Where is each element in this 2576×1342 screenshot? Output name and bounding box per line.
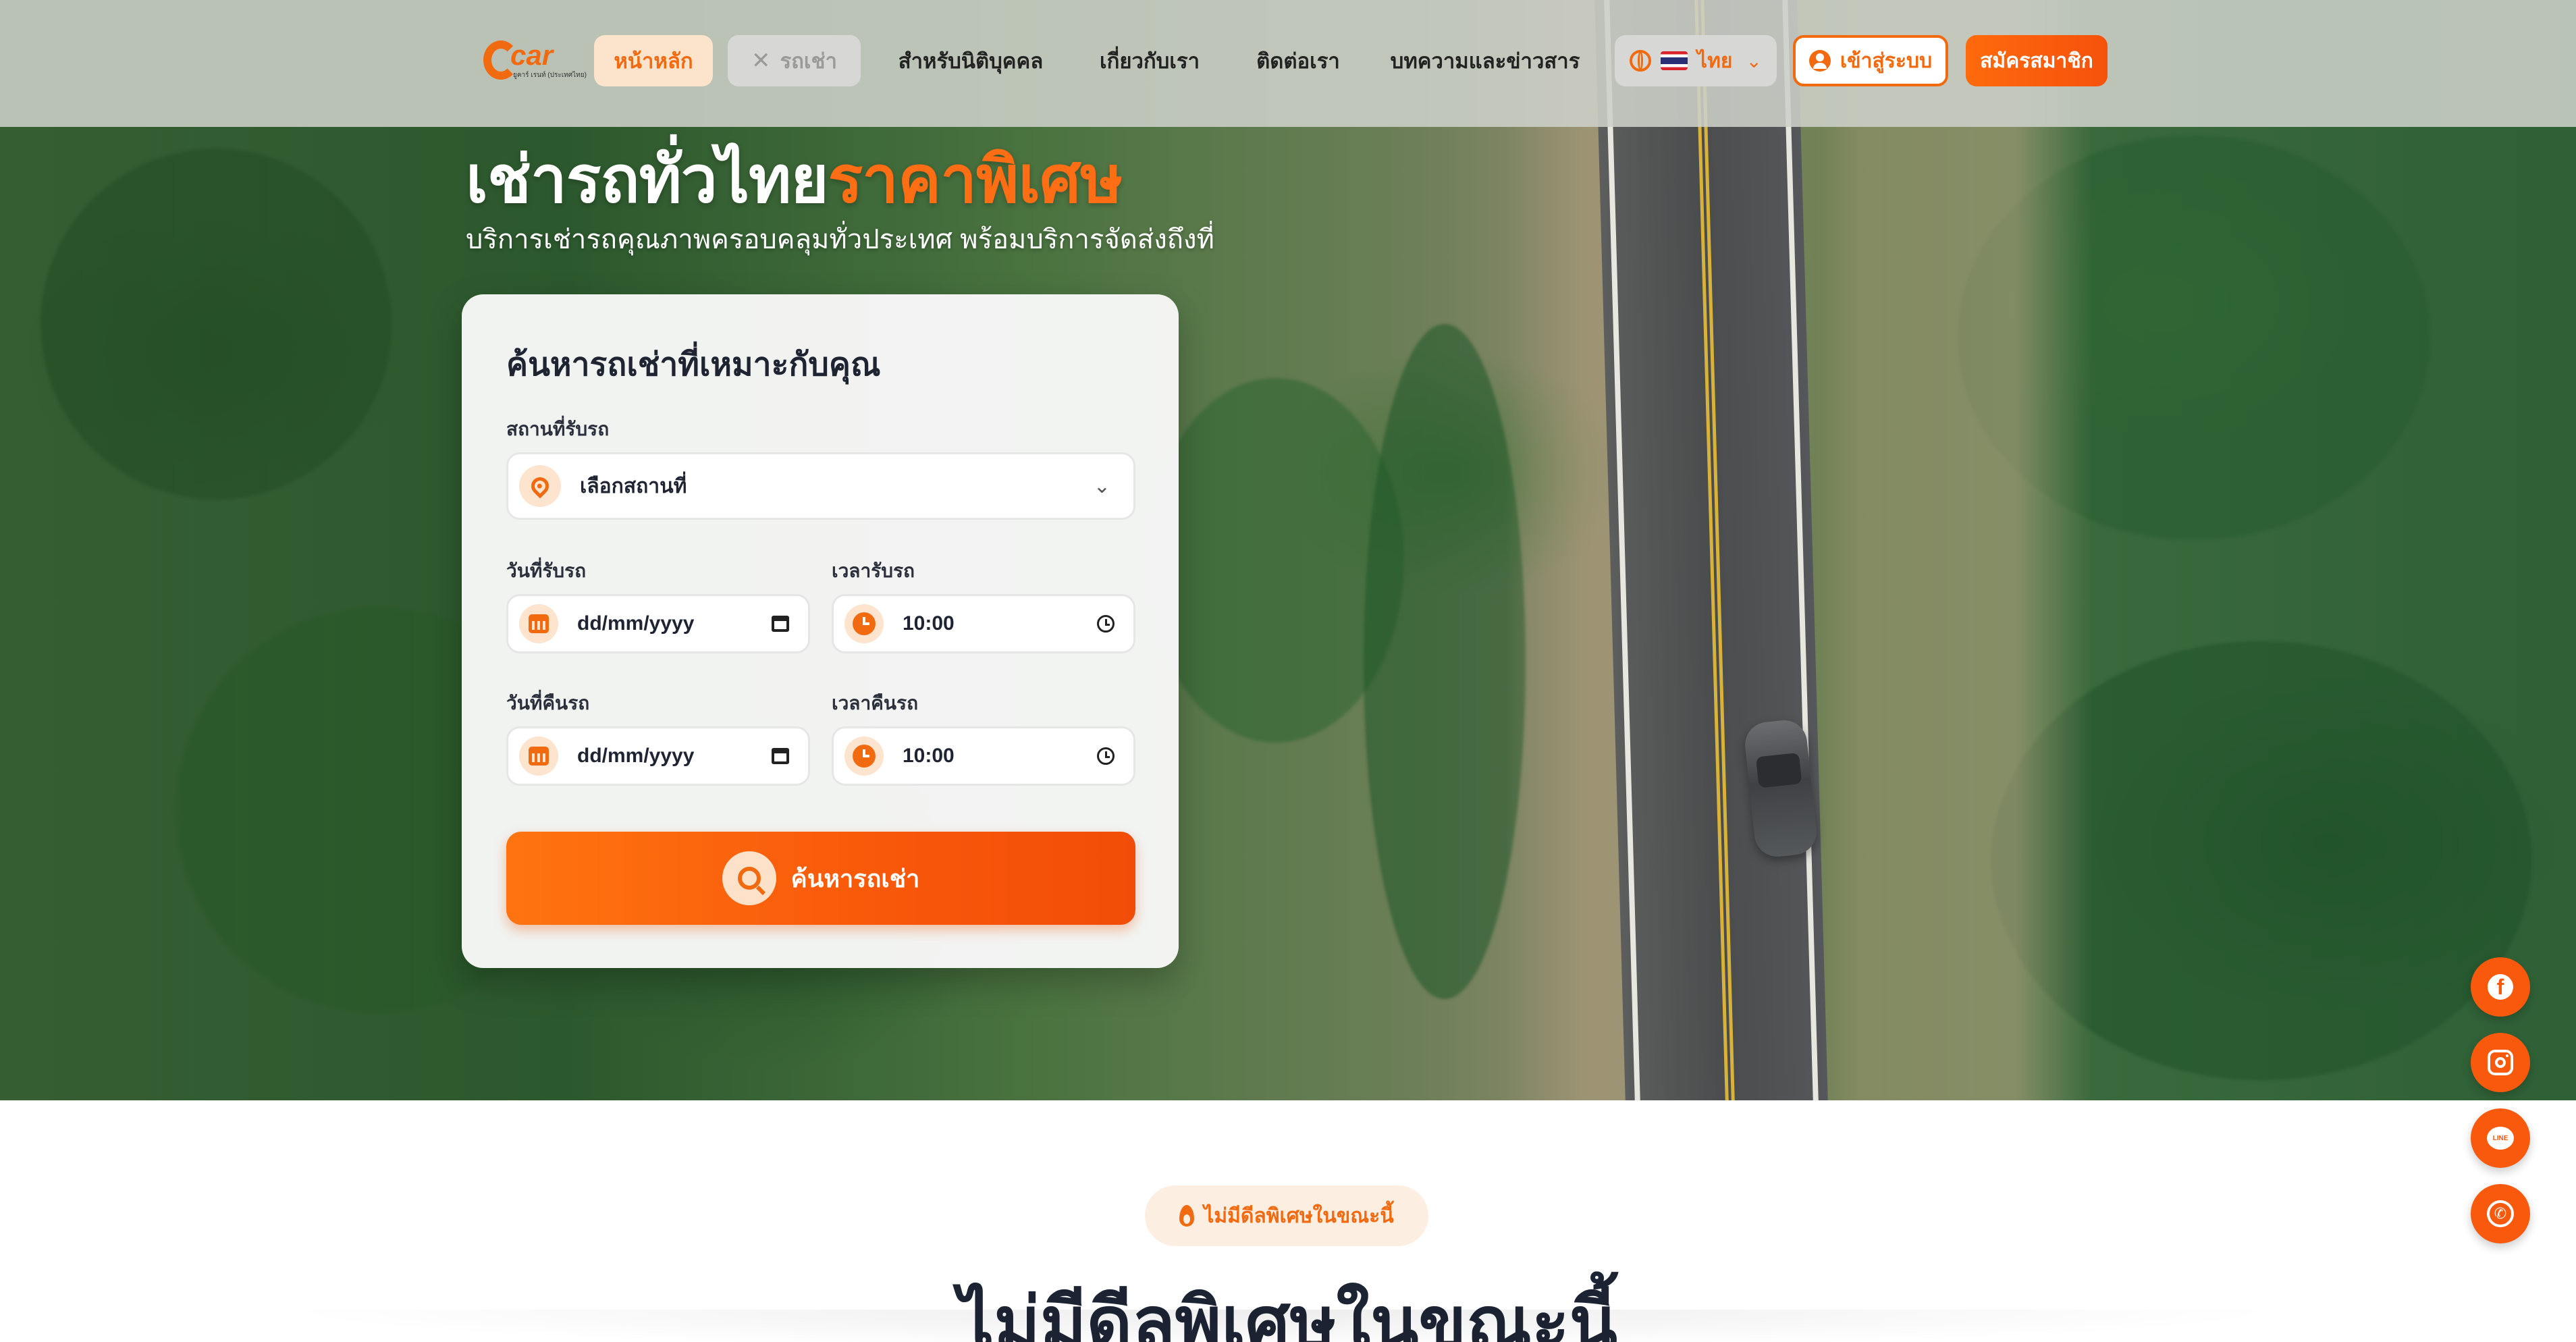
nav-news-label: บทความและข่าวสาร: [1390, 49, 1580, 73]
return-time-value: 10:00: [903, 745, 955, 767]
time-picker-icon[interactable]: [1097, 615, 1115, 633]
flame-icon: [1179, 1205, 1195, 1227]
calendar-icon: [519, 604, 558, 643]
pickup-location-select[interactable]: เลือกสถานที่ ⌄: [506, 452, 1135, 520]
hero-title: เช่ารถทั่วไทยราคาพิเศษ: [466, 128, 1123, 231]
nav-rental-cars[interactable]: ✕ รถเช่า: [728, 35, 861, 86]
pickup-time-input[interactable]: 10:00: [832, 594, 1135, 653]
page: car ยูคาร์ เรนท์ (ประเทศไทย) หน้าหลัก ✕ …: [0, 0, 2576, 1342]
search-rental-button[interactable]: ค้นหารถเช่า: [506, 832, 1135, 925]
instagram-button[interactable]: [2471, 1033, 2530, 1092]
nav-about[interactable]: เกี่ยวกับเรา: [1087, 35, 1212, 86]
pickup-time-label: เวลารับรถ: [832, 560, 915, 581]
pickup-date-label: วันที่รับรถ: [506, 560, 587, 581]
nav-contact[interactable]: ติดต่อเรา: [1249, 35, 1347, 86]
register-button[interactable]: สมัครสมาชิก: [1966, 35, 2108, 86]
nav-home-label: หน้าหลัก: [614, 49, 693, 73]
chevron-down-icon: ⌄: [1746, 50, 1762, 72]
chevron-down-icon: ⌄: [1093, 475, 1110, 498]
top-navbar: car ยูคาร์ เรนท์ (ประเทศไทย) หน้าหลัก ✕ …: [0, 0, 2576, 127]
search-card-title: ค้นหารถเช่าที่เหมาะกับคุณ: [506, 347, 881, 383]
nav-contact-label: ติดต่อเรา: [1256, 49, 1340, 73]
globe-icon: [1630, 50, 1651, 72]
nav-articles-news[interactable]: บทความและข่าวสาร: [1384, 35, 1586, 86]
logo-text: car: [510, 39, 554, 71]
return-time-input[interactable]: 10:00: [832, 726, 1135, 786]
deals-badge-text: ไม่มีดีลพิเศษในขณะนี้: [1204, 1204, 1394, 1227]
line-icon: LINE: [2487, 1127, 2514, 1150]
hero-title-accent: ราคาพิเศษ: [828, 144, 1123, 216]
search-button-label: ค้นหารถเช่า: [790, 864, 920, 892]
nav-about-label: เกี่ยวกับเรา: [1099, 49, 1200, 73]
language-label: ไทย: [1697, 49, 1733, 72]
whatsapp-icon: ✆: [2487, 1200, 2514, 1227]
facebook-icon: f: [2488, 974, 2513, 1000]
thai-flag-icon: [1661, 51, 1688, 70]
return-date-value: dd/mm/yyyy: [577, 745, 695, 767]
login-button[interactable]: เข้าสู่ระบบ: [1793, 35, 1948, 86]
clock-icon: [844, 736, 884, 776]
time-picker-icon[interactable]: [1097, 747, 1115, 765]
pickup-time-value: 10:00: [903, 612, 955, 635]
search-icon: [722, 851, 776, 905]
login-label: เข้าสู่ระบบ: [1840, 49, 1933, 72]
logo-subtext: ยูคาร์ เรนท์ (ประเทศไทย): [513, 72, 587, 79]
whatsapp-button[interactable]: ✆: [2471, 1184, 2530, 1243]
date-picker-icon[interactable]: [772, 616, 789, 632]
hero-title-main: เช่ารถทั่วไทย: [466, 144, 829, 216]
instagram-icon: [2488, 1050, 2513, 1075]
deals-badge: ไม่มีดีลพิเศษในขณะนี้: [1145, 1185, 1428, 1246]
date-picker-icon[interactable]: [772, 748, 789, 764]
return-time-label: เวลาคืนรถ: [832, 693, 919, 714]
line-button[interactable]: LINE: [2471, 1108, 2530, 1168]
nav-corporate[interactable]: สำหรับนิติบุคคล: [890, 35, 1052, 86]
return-date-label: วันที่คืนรถ: [506, 693, 590, 714]
tools-icon: ✕: [751, 48, 771, 74]
clock-icon: [844, 604, 884, 643]
nav-corporate-label: สำหรับนิติบุคคล: [898, 49, 1044, 73]
pickup-date-input[interactable]: dd/mm/yyyy: [506, 594, 810, 653]
calendar-icon: [519, 736, 558, 776]
hero-subtitle: บริการเช่ารถคุณภาพครอบคลุมทั่วประเทศ พร้…: [466, 225, 1214, 254]
search-card: ค้นหารถเช่าที่เหมาะกับคุณ สถานที่รับรถ เ…: [462, 294, 1179, 968]
user-icon: [1808, 50, 1831, 72]
return-date-input[interactable]: dd/mm/yyyy: [506, 726, 810, 786]
nav-rental-label: รถเช่า: [780, 49, 837, 73]
register-label: สมัครสมาชิก: [1980, 49, 2093, 72]
pickup-location-value: เลือกสถานที่: [580, 475, 687, 498]
logo[interactable]: car ยูคาร์ เรนท์ (ประเทศไทย): [483, 35, 587, 86]
facebook-button[interactable]: f: [2471, 957, 2530, 1017]
location-pin-icon: [519, 465, 561, 507]
language-selector[interactable]: ไทย ⌄: [1615, 35, 1777, 86]
pickup-date-value: dd/mm/yyyy: [577, 612, 695, 635]
nav-home[interactable]: หน้าหลัก: [594, 35, 713, 86]
pickup-location-label: สถานที่รับรถ: [506, 419, 610, 439]
hero-background-image: [0, 0, 2576, 1100]
